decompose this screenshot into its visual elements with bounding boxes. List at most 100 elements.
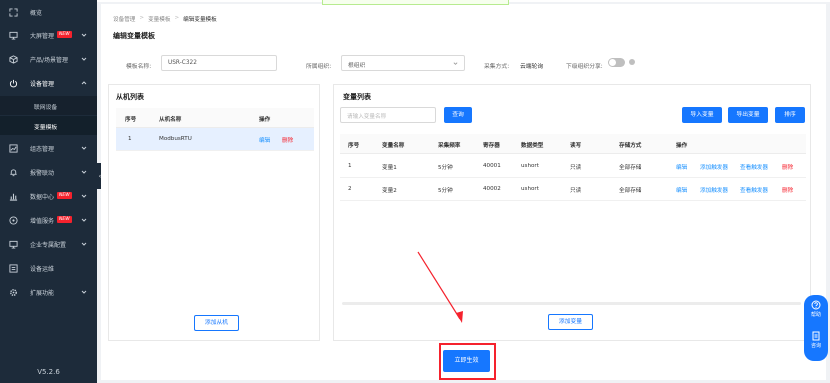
chevron-down-icon (81, 217, 87, 223)
sidebar-item-enterprise[interactable]: 企业专属配置 (0, 233, 97, 255)
column-header: 采集频率 (438, 143, 461, 149)
column-header: 变量名称 (382, 143, 405, 149)
version-label: V5.2.6 (37, 368, 60, 376)
sidebar-item-alarm[interactable]: 报警联动 (0, 161, 97, 183)
consult-label: 咨询 (810, 343, 821, 349)
export-vars-button[interactable]: 导出变量 (728, 107, 768, 123)
sidebar-item-label: 概览 (30, 9, 43, 17)
sidebar: 概览 大屏管理 NEW 产品/场景管理 设备管理 联网设备 变量模板 组态管理 … (0, 0, 97, 383)
breadcrumb-separator: > (139, 15, 145, 21)
sidebar-item-label: 设备管理 (30, 80, 55, 88)
column-header: 寄存器 (483, 143, 500, 149)
delete-link[interactable]: 删除 (782, 163, 793, 171)
org-select[interactable]: 根组织 (341, 55, 465, 71)
float-help-panel: 帮助 咨询 (804, 295, 828, 361)
slave-table-header: 序号 从机名称 操作 (116, 108, 314, 128)
new-badge: NEW (57, 31, 72, 38)
power-icon (9, 79, 18, 88)
sidebar-item-product[interactable]: 产品/场景管理 (0, 48, 97, 70)
annotation-arrow (417, 251, 463, 323)
column-header: 存储方式 (619, 143, 642, 149)
cell-no: 1 (348, 163, 352, 169)
column-header: 读写 (570, 143, 582, 149)
delete-link[interactable]: 删除 (782, 186, 793, 194)
sidebar-item-device[interactable]: 设备管理 (0, 72, 97, 94)
new-badge: NEW (57, 192, 72, 199)
sidebar-item-extend[interactable]: 扩展功能 (0, 281, 97, 303)
breadcrumb-item[interactable]: 设备管理 (113, 15, 135, 23)
sidebar-item-data[interactable]: 数据中心 NEW (0, 185, 97, 207)
org-select-placeholder: 根组织 (348, 63, 366, 69)
view-trigger-link[interactable]: 查看触发器 (740, 163, 768, 171)
edit-link[interactable]: 编辑 (676, 163, 687, 171)
edit-link[interactable]: 编辑 (676, 186, 687, 194)
tool-icon (9, 263, 18, 273)
view-trigger-link[interactable]: 查看触发器 (740, 186, 768, 194)
breadcrumb-item[interactable]: 变量模板 (148, 15, 170, 23)
chevron-up-icon (81, 80, 87, 86)
breadcrumb-separator: > (174, 15, 180, 21)
chevron-down-icon (453, 61, 458, 66)
template-name-input[interactable]: USR-C322 (161, 55, 277, 71)
bar-chart-icon (9, 192, 18, 201)
cell-register: 40001 (483, 163, 501, 169)
chevron-down-icon (81, 289, 87, 295)
sidebar-item-label: 变量模板 (34, 125, 58, 131)
chevron-down-icon (81, 56, 87, 62)
edit-link[interactable]: 编辑 (259, 136, 270, 144)
consult-button[interactable]: 咨询 (804, 331, 828, 349)
sidebar-item-config[interactable]: 组态管理 (0, 137, 97, 159)
import-vars-button[interactable]: 导入变量 (682, 107, 722, 123)
sidebar-item-label: 数据中心 (30, 193, 55, 201)
sidebar-subitem-var-template[interactable]: 变量模板 (0, 116, 97, 135)
sidebar-item-overview[interactable]: 概览 (0, 1, 97, 23)
column-header: 序号 (348, 143, 360, 149)
add-slave-button[interactable]: 添加从机 (194, 315, 239, 331)
apply-now-button[interactable]: 立即生效 (443, 350, 490, 372)
sort-button[interactable]: 排序 (775, 107, 805, 123)
monitor-icon (9, 31, 18, 40)
sidebar-item-bigscreen[interactable]: 大屏管理 NEW (0, 24, 97, 46)
help-button[interactable]: 帮助 (804, 300, 828, 318)
sidebar-item-label: 设备运维 (30, 265, 55, 273)
document-icon (811, 331, 821, 341)
cell-name: 变量2 (382, 188, 397, 194)
cell-type: ushort (521, 163, 539, 169)
column-header: 数据类型 (521, 143, 544, 149)
help-circle-icon[interactable] (629, 59, 635, 65)
cell-rw: 只读 (570, 165, 582, 171)
add-trigger-link[interactable]: 添加触发器 (700, 163, 728, 171)
share-toggle[interactable] (608, 58, 625, 67)
cell-freq: 5分钟 (438, 188, 453, 194)
table-row[interactable]: 2 变量2 5分钟 40002 ushort 只读 全部存储 编辑 添加触发器 … (340, 178, 806, 201)
column-header: 操作 (259, 117, 271, 123)
table-row[interactable]: 1 变量1 5分钟 40001 ushort 只读 全部存储 编辑 添加触发器 … (340, 155, 806, 178)
sidebar-subitem-devices[interactable]: 联网设备 (0, 96, 97, 115)
cell-store: 全部存储 (619, 188, 642, 194)
share-label: 下级组织分享: (566, 64, 603, 70)
cell-name: 变量1 (382, 165, 397, 171)
add-trigger-link[interactable]: 添加触发器 (700, 186, 728, 194)
sidebar-item-label: 组态管理 (30, 145, 55, 153)
org-label: 所属组织: (306, 64, 332, 70)
slave-panel: 从机列表 序号 从机名称 操作 1 ModbusRTU 编辑 删除 添加从机 (108, 84, 320, 341)
collect-value: 云端轮询 (520, 64, 544, 70)
sidebar-item-label: 报警联动 (30, 169, 55, 177)
question-icon (811, 300, 821, 310)
cell-no: 2 (348, 186, 352, 192)
sidebar-item-maintenance[interactable]: 设备运维 (0, 257, 97, 279)
help-label: 帮助 (810, 312, 821, 318)
var-search-input[interactable]: 请输入变量名称 (340, 107, 436, 123)
chart-icon (9, 143, 18, 153)
delete-link[interactable]: 删除 (282, 136, 293, 144)
toast-bar (322, 0, 509, 5)
sidebar-item-label: 产品/场景管理 (30, 56, 69, 64)
chevron-down-icon (81, 169, 87, 175)
slave-panel-title: 从机列表 (116, 93, 144, 101)
add-variable-button[interactable]: 添加变量 (548, 314, 593, 330)
var-table-header: 序号 变量名称 采集频率 寄存器 数据类型 读写 存储方式 操作 (340, 134, 806, 154)
cell-name: ModbusRTU (159, 136, 192, 142)
sidebar-item-valueadd[interactable]: 增值服务 NEW (0, 209, 97, 231)
search-button[interactable]: 查询 (444, 107, 472, 123)
table-row[interactable]: 1 ModbusRTU 编辑 删除 (116, 128, 314, 151)
